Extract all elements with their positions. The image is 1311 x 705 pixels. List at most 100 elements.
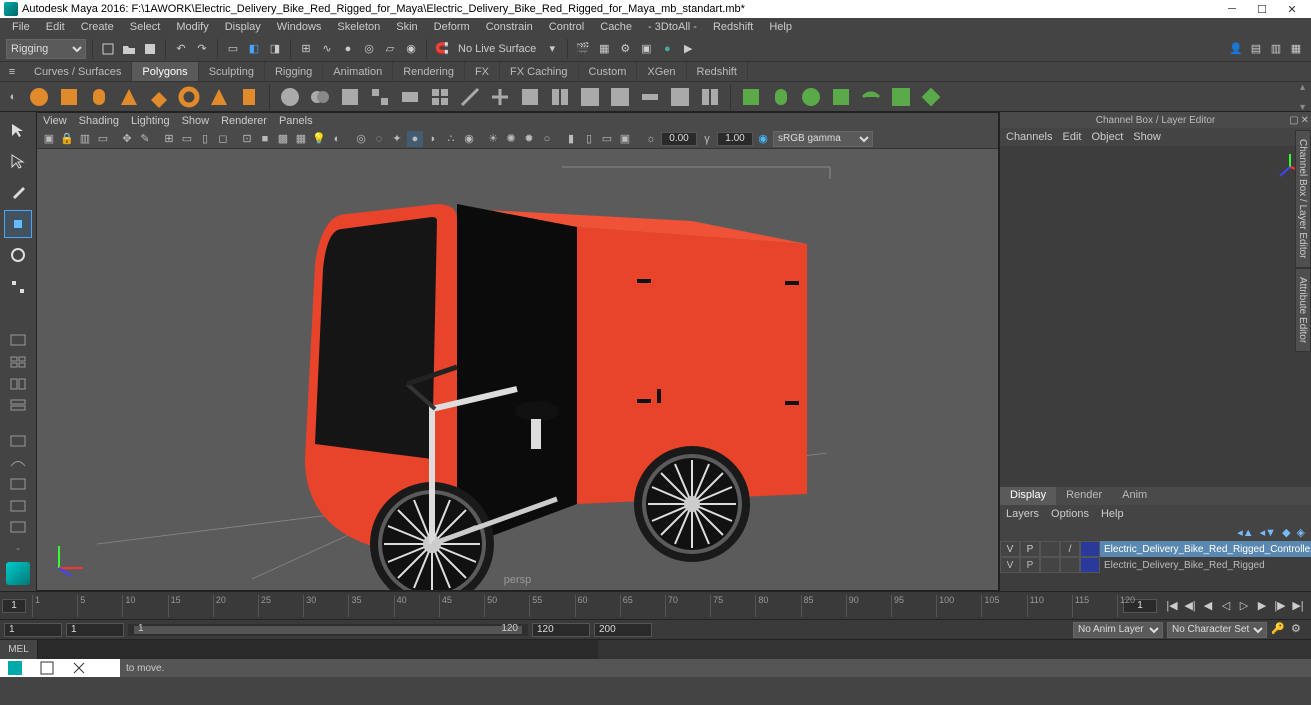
menu--3dtoall-[interactable]: - 3DtoAll -	[640, 19, 705, 35]
layer-tab-display[interactable]: Display	[1000, 487, 1056, 505]
panel-close-icon[interactable]: ✕	[1301, 115, 1309, 126]
vp-shaded-icon[interactable]: ■	[257, 131, 273, 147]
layer-color-swatch[interactable]	[1080, 541, 1100, 557]
bevel-icon[interactable]	[427, 84, 453, 110]
range-start-inner[interactable]	[66, 623, 124, 637]
vp-ao-icon[interactable]: ●	[407, 131, 423, 147]
lasso-tool[interactable]	[4, 147, 32, 174]
poly-torus-icon[interactable]	[176, 84, 202, 110]
layer-row[interactable]: VP/Electric_Delivery_Bike_Red_Rigged_Con…	[1000, 541, 1311, 557]
layer-row[interactable]: VPElectric_Delivery_Bike_Red_Rigged	[1000, 557, 1311, 573]
auto-key-icon[interactable]: 🔑	[1271, 622, 1287, 638]
layer-menu-options[interactable]: Options	[1051, 508, 1089, 520]
menu-edit[interactable]: Edit	[38, 19, 73, 35]
uv-unfold-icon[interactable]	[918, 84, 944, 110]
menu-redshift[interactable]: Redshift	[705, 19, 761, 35]
layer-p-cell[interactable]: P	[1020, 557, 1040, 573]
vp-menu-shading[interactable]: Shading	[79, 115, 119, 127]
bridge-icon[interactable]	[397, 84, 423, 110]
layer-menu-help[interactable]: Help	[1101, 508, 1124, 520]
step-back-icon[interactable]: ◀	[1199, 597, 1217, 615]
hypershade-icon[interactable]: ●	[658, 40, 676, 58]
vp-hud-icon[interactable]: ▣	[617, 131, 633, 147]
minimize-button[interactable]: ─	[1217, 0, 1247, 18]
vp-resolution-gate-icon[interactable]: ▯	[197, 131, 213, 147]
uv-planar-icon[interactable]	[738, 84, 764, 110]
render-sequence-icon[interactable]: ▶	[679, 40, 697, 58]
shelf-tab-fx[interactable]: FX	[465, 62, 500, 81]
vp-sel-highlight-icon[interactable]: ▮	[563, 131, 579, 147]
move-tool[interactable]	[4, 210, 32, 237]
poly-cylinder-icon[interactable]	[86, 84, 112, 110]
vp-xray-icon[interactable]: ◌	[371, 131, 387, 147]
vp-image-plane-icon[interactable]: ▭	[95, 131, 111, 147]
vp-poly-count-icon[interactable]: ▭	[599, 131, 615, 147]
menu-display[interactable]: Display	[217, 19, 269, 35]
vp-xray-joints-icon[interactable]: ✦	[389, 131, 405, 147]
snap-point-icon[interactable]: ●	[339, 40, 357, 58]
close-button[interactable]: ✕	[1277, 0, 1307, 18]
vp-exposure-icon[interactable]: ☼	[643, 131, 659, 147]
dope-toggle-icon[interactable]	[8, 476, 28, 492]
toggle-shelf-icon[interactable]: ▤	[1247, 40, 1265, 58]
shelf-tab-animation[interactable]: Animation	[323, 62, 393, 81]
channel-menu-channels[interactable]: Channels	[1006, 131, 1052, 143]
vp-gate-mask-icon[interactable]: ◻	[215, 131, 231, 147]
snap-plane-icon[interactable]: ▱	[381, 40, 399, 58]
shelf-tab-rigging[interactable]: Rigging	[265, 62, 323, 81]
menu-cache[interactable]: Cache	[592, 19, 640, 35]
cmd-language-label[interactable]: MEL	[0, 640, 38, 659]
menu-select[interactable]: Select	[122, 19, 169, 35]
menu-file[interactable]: File	[4, 19, 38, 35]
menu-help[interactable]: Help	[761, 19, 800, 35]
vp-2d-pan-icon[interactable]: ✥	[119, 131, 135, 147]
vp-exposure-value[interactable]: 0.00	[661, 132, 697, 146]
vp-selected-lights-icon[interactable]: ✹	[521, 131, 537, 147]
vp-isolate-icon[interactable]: ◎	[353, 131, 369, 147]
layer-color-swatch[interactable]	[1080, 557, 1100, 573]
vp-shaded-wire-icon[interactable]: ▩	[275, 131, 291, 147]
vp-gamma-value[interactable]: 1.00	[717, 132, 753, 146]
rotate-tool[interactable]	[4, 242, 32, 269]
maximize-button[interactable]: ☐	[1247, 0, 1277, 18]
layer-shade-cell[interactable]	[1060, 557, 1080, 573]
shelf-scroll-down-icon[interactable]: ▼	[1298, 102, 1307, 112]
play-back-icon[interactable]: ◁	[1217, 597, 1235, 615]
uv-cylindrical-icon[interactable]	[768, 84, 794, 110]
shelf-menu-icon[interactable]: ≡	[0, 62, 24, 81]
shelf-tab-curves-surfaces[interactable]: Curves / Surfaces	[24, 62, 132, 81]
vp-shadows-icon[interactable]: ◐	[329, 131, 345, 147]
taskbar-window-icon[interactable]	[40, 661, 54, 675]
reduce-icon[interactable]	[577, 84, 603, 110]
snap-curve-icon[interactable]: ∿	[318, 40, 336, 58]
uv-auto-icon[interactable]	[828, 84, 854, 110]
layer-t-cell[interactable]	[1040, 557, 1060, 573]
step-fwd-icon[interactable]: ▶	[1253, 597, 1271, 615]
paint-select-tool[interactable]	[4, 179, 32, 206]
shelf-tab-rendering[interactable]: Rendering	[393, 62, 465, 81]
vp-motion-blur-icon[interactable]: ◗	[425, 131, 441, 147]
shelf-scroll-up-icon[interactable]: ▲	[1298, 82, 1307, 92]
render-view-icon[interactable]: ▣	[637, 40, 655, 58]
uv-spherical-icon[interactable]	[798, 84, 824, 110]
layer-shade-cell[interactable]: /	[1060, 541, 1080, 557]
layer-menu-layers[interactable]: Layers	[1006, 508, 1039, 520]
account-icon[interactable]: 👤	[1227, 40, 1245, 58]
poly-pyramid-icon[interactable]	[206, 84, 232, 110]
layer-new-empty-icon[interactable]: ◆	[1282, 526, 1290, 539]
vp-lights-icon[interactable]: 💡	[311, 131, 327, 147]
range-bar[interactable]: 1 120	[128, 624, 528, 636]
hypershade-toggle-icon[interactable]	[8, 498, 28, 514]
anim-layer-dropdown[interactable]: No Anim Layer	[1073, 622, 1163, 638]
select-tool[interactable]	[4, 116, 32, 143]
layout-two-stack-icon[interactable]	[8, 398, 28, 414]
render-frame-icon[interactable]: 🎬	[574, 40, 592, 58]
play-fwd-icon[interactable]: ▷	[1235, 597, 1253, 615]
shelf-tab-sculpting[interactable]: Sculpting	[199, 62, 265, 81]
vp-all-lights-icon[interactable]: ✺	[503, 131, 519, 147]
poly-cube-icon[interactable]	[56, 84, 82, 110]
layout-single-icon[interactable]	[8, 333, 28, 349]
extrude-icon[interactable]	[367, 84, 393, 110]
layer-v-cell[interactable]: V	[1000, 541, 1020, 557]
layer-tab-anim[interactable]: Anim	[1112, 487, 1157, 505]
